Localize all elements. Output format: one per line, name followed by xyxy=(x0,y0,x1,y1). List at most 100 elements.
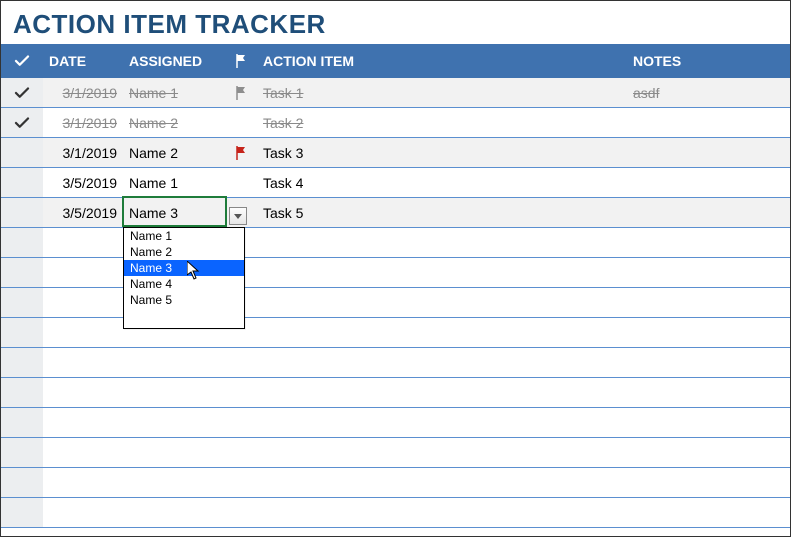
cell-date[interactable] xyxy=(43,348,123,377)
cell-action[interactable]: Task 3 xyxy=(257,138,627,167)
cell-notes[interactable] xyxy=(627,378,790,407)
cell-check[interactable] xyxy=(1,498,43,527)
cell-notes[interactable] xyxy=(627,258,790,287)
cell-assigned[interactable] xyxy=(123,438,227,467)
cell-date[interactable] xyxy=(43,408,123,437)
table-row[interactable] xyxy=(1,378,790,408)
dropdown-option[interactable]: Name 3 xyxy=(124,260,244,276)
cell-date[interactable] xyxy=(43,288,123,317)
table-row[interactable] xyxy=(1,258,790,288)
cell-date[interactable] xyxy=(43,498,123,527)
cell-assigned[interactable] xyxy=(123,348,227,377)
cell-action[interactable] xyxy=(257,408,627,437)
cell-notes[interactable] xyxy=(627,198,790,227)
cell-flag[interactable] xyxy=(227,168,257,197)
cell-notes[interactable]: asdf xyxy=(627,78,790,107)
cell-date[interactable]: 3/1/2019 xyxy=(43,78,123,107)
cell-check[interactable] xyxy=(1,378,43,407)
cell-notes[interactable] xyxy=(627,108,790,137)
cell-check[interactable] xyxy=(1,438,43,467)
cell-check[interactable] xyxy=(1,348,43,377)
cell-check[interactable] xyxy=(1,258,43,287)
cell-action[interactable]: Task 4 xyxy=(257,168,627,197)
cell-assigned[interactable]: Name 1 xyxy=(123,78,227,107)
cell-flag[interactable] xyxy=(227,78,257,107)
table-row[interactable] xyxy=(1,408,790,438)
cell-check[interactable] xyxy=(1,318,43,347)
cell-action[interactable]: Task 1 xyxy=(257,78,627,107)
cell-action[interactable] xyxy=(257,258,627,287)
cell-date[interactable]: 3/5/2019 xyxy=(43,168,123,197)
cell-check[interactable] xyxy=(1,78,43,107)
cell-check[interactable] xyxy=(1,468,43,497)
cell-check[interactable] xyxy=(1,228,43,257)
cell-assigned[interactable]: Name 2 xyxy=(123,138,227,167)
cell-date[interactable] xyxy=(43,258,123,287)
cell-date[interactable] xyxy=(43,318,123,347)
cell-action[interactable] xyxy=(257,468,627,497)
table-row[interactable]: 3/5/2019Name 1 Task 4 xyxy=(1,168,790,198)
cell-flag[interactable] xyxy=(227,138,257,167)
dropdown-option[interactable]: Name 2 xyxy=(124,244,244,260)
cell-action[interactable] xyxy=(257,318,627,347)
cell-action[interactable] xyxy=(257,288,627,317)
cell-assigned[interactable]: Name 3 xyxy=(123,198,227,227)
cell-date[interactable]: 3/1/2019 xyxy=(43,108,123,137)
cell-flag[interactable] xyxy=(227,348,257,377)
cell-notes[interactable] xyxy=(627,408,790,437)
cell-action[interactable] xyxy=(257,438,627,467)
cell-notes[interactable] xyxy=(627,228,790,257)
dropdown-option[interactable]: Name 4 xyxy=(124,276,244,292)
cell-date[interactable] xyxy=(43,378,123,407)
dropdown-option[interactable]: Name 1 xyxy=(124,228,244,244)
cell-flag[interactable] xyxy=(227,408,257,437)
table-row[interactable]: 3/5/2019Name 3Task 5 xyxy=(1,198,790,228)
cell-notes[interactable] xyxy=(627,138,790,167)
cell-flag[interactable] xyxy=(227,438,257,467)
cell-assigned[interactable]: Name 1 xyxy=(123,168,227,197)
cell-assigned[interactable] xyxy=(123,498,227,527)
cell-notes[interactable] xyxy=(627,468,790,497)
cell-date[interactable] xyxy=(43,228,123,257)
table-row[interactable] xyxy=(1,438,790,468)
cell-action[interactable] xyxy=(257,348,627,377)
cell-action[interactable] xyxy=(257,228,627,257)
table-row[interactable] xyxy=(1,228,790,258)
cell-assigned[interactable] xyxy=(123,408,227,437)
cell-check[interactable] xyxy=(1,138,43,167)
cell-check[interactable] xyxy=(1,168,43,197)
table-row[interactable]: 3/1/2019Name 1 Task 1asdf xyxy=(1,78,790,108)
cell-flag[interactable] xyxy=(227,498,257,527)
dropdown-list[interactable]: Name 1Name 2Name 3Name 4Name 5 xyxy=(123,227,245,329)
table-row[interactable] xyxy=(1,318,790,348)
table-row[interactable] xyxy=(1,498,790,528)
cell-action[interactable]: Task 2 xyxy=(257,108,627,137)
cell-assigned[interactable] xyxy=(123,468,227,497)
cell-notes[interactable] xyxy=(627,498,790,527)
cell-notes[interactable] xyxy=(627,348,790,377)
dropdown-toggle[interactable] xyxy=(229,207,247,225)
dropdown-option[interactable]: Name 5 xyxy=(124,292,244,308)
cell-assigned[interactable] xyxy=(123,378,227,407)
cell-action[interactable] xyxy=(257,498,627,527)
cell-date[interactable]: 3/1/2019 xyxy=(43,138,123,167)
cell-date[interactable] xyxy=(43,438,123,467)
cell-flag[interactable] xyxy=(227,378,257,407)
cell-date[interactable] xyxy=(43,468,123,497)
cell-notes[interactable] xyxy=(627,288,790,317)
table-row[interactable] xyxy=(1,468,790,498)
cell-notes[interactable] xyxy=(627,318,790,347)
table-row[interactable] xyxy=(1,288,790,318)
cell-action[interactable] xyxy=(257,378,627,407)
cell-date[interactable]: 3/5/2019 xyxy=(43,198,123,227)
cell-check[interactable] xyxy=(1,198,43,227)
cell-notes[interactable] xyxy=(627,168,790,197)
cell-check[interactable] xyxy=(1,408,43,437)
table-row[interactable] xyxy=(1,348,790,378)
cell-flag[interactable] xyxy=(227,468,257,497)
cell-flag[interactable] xyxy=(227,108,257,137)
table-row[interactable]: 3/1/2019Name 2 Task 3 xyxy=(1,138,790,168)
cell-notes[interactable] xyxy=(627,438,790,467)
cell-check[interactable] xyxy=(1,288,43,317)
cell-assigned[interactable]: Name 2 xyxy=(123,108,227,137)
